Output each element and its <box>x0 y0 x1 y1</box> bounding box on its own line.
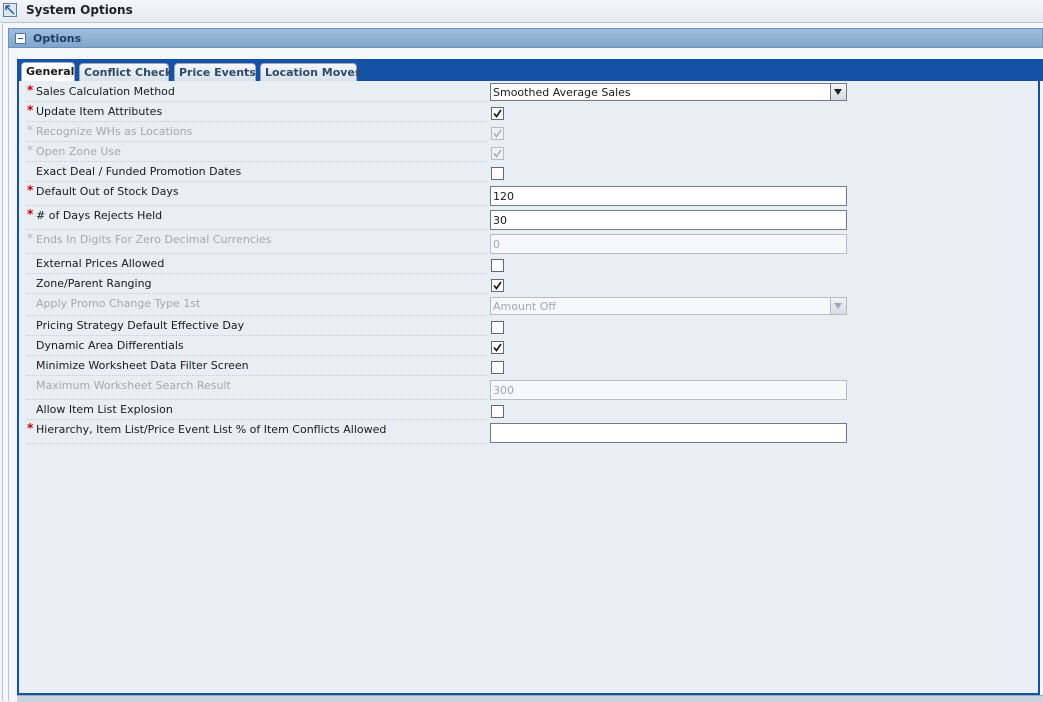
required-marker: * <box>27 103 34 117</box>
minimize-worksheet-label: Minimize Worksheet Data Filter Screen <box>36 359 249 372</box>
default-oos-days-input[interactable]: 120 <box>490 186 847 206</box>
update-item-attributes-checkbox[interactable] <box>491 107 504 120</box>
required-marker: * <box>27 231 33 245</box>
form-row: Exact Deal / Funded Promotion Dates <box>27 163 487 182</box>
form-row: * Ends In Digits For Zero Decimal Curren… <box>27 231 487 254</box>
tab-price-events[interactable]: Price Events <box>174 63 256 81</box>
chevron-down-icon[interactable] <box>830 298 846 314</box>
checkmark-icon <box>493 149 502 158</box>
max-worksheet-search-input[interactable]: 300 <box>490 380 847 400</box>
apply-promo-change-label: Apply Promo Change Type 1st <box>36 297 201 310</box>
form-row: Dynamic Area Differentials <box>27 337 487 356</box>
options-panel-header: Options <box>8 28 1043 48</box>
checkmark-icon <box>493 129 502 138</box>
form-row: Pricing Strategy Default Effective Day <box>27 317 487 336</box>
sales-calc-method-value: Smoothed Average Sales <box>493 86 631 99</box>
tab-general[interactable]: General <box>21 62 75 81</box>
general-tab-content: * Sales Calculation Method Smoothed Aver… <box>17 81 1040 695</box>
open-zone-use-checkbox[interactable] <box>491 147 504 160</box>
recognize-whs-checkbox[interactable] <box>491 127 504 140</box>
minimize-worksheet-checkbox[interactable] <box>491 361 504 374</box>
days-rejects-held-input[interactable]: 30 <box>490 210 847 230</box>
restore-arrow-icon[interactable] <box>3 3 17 17</box>
collapse-icon[interactable] <box>15 33 26 44</box>
exact-deal-label: Exact Deal / Funded Promotion Dates <box>36 165 242 178</box>
update-item-attributes-label: Update Item Attributes <box>36 105 163 118</box>
tab-strip: General Conflict Check Price Events Loca… <box>17 59 1043 81</box>
hierarchy-conflicts-label: Hierarchy, Item List/Price Event List % … <box>36 423 387 436</box>
sales-calc-method-select[interactable]: Smoothed Average Sales <box>490 83 847 101</box>
ends-in-digits-label: Ends In Digits For Zero Decimal Currenci… <box>36 233 272 246</box>
form-row: * Open Zone Use <box>27 143 487 162</box>
form-row: Maximum Worksheet Search Result <box>27 377 487 400</box>
chevron-down-icon[interactable] <box>830 84 846 100</box>
required-marker: * <box>27 83 34 97</box>
recognize-whs-label: Recognize WHs as Locations <box>36 125 193 138</box>
max-worksheet-search-label: Maximum Worksheet Search Result <box>36 379 231 392</box>
zone-parent-ranging-checkbox[interactable] <box>491 279 504 292</box>
hierarchy-conflicts-input[interactable] <box>490 423 847 443</box>
required-marker: * <box>27 421 34 435</box>
required-marker: * <box>27 123 33 137</box>
window-title: System Options <box>26 3 133 17</box>
days-rejects-held-label: # of Days Rejects Held <box>36 209 163 222</box>
options-panel-title: Options <box>33 32 82 45</box>
checkmark-icon <box>493 343 502 352</box>
dynamic-area-diff-checkbox[interactable] <box>491 341 504 354</box>
form-row: Zone/Parent Ranging <box>27 275 487 294</box>
required-marker: * <box>27 143 33 157</box>
form-row: * # of Days Rejects Held <box>27 207 487 230</box>
checkmark-icon <box>493 109 502 118</box>
exact-deal-checkbox[interactable] <box>491 167 504 180</box>
form-row: * Update Item Attributes <box>27 103 487 122</box>
zone-parent-ranging-label: Zone/Parent Ranging <box>36 277 152 290</box>
pricing-strategy-default-label: Pricing Strategy Default Effective Day <box>36 319 245 332</box>
form-row: Minimize Worksheet Data Filter Screen <box>27 357 487 376</box>
default-oos-days-label: Default Out of Stock Days <box>36 185 179 198</box>
ends-in-digits-input[interactable]: 0 <box>490 234 847 254</box>
allow-item-list-checkbox[interactable] <box>491 405 504 418</box>
form-row: * Default Out of Stock Days <box>27 183 487 206</box>
apply-promo-change-select[interactable]: Amount Off <box>490 297 847 315</box>
allow-item-list-label: Allow Item List Explosion <box>36 403 173 416</box>
external-prices-label: External Prices Allowed <box>36 257 165 270</box>
dynamic-area-diff-label: Dynamic Area Differentials <box>36 339 184 352</box>
form-row: * Hierarchy, Item List/Price Event List … <box>27 421 487 444</box>
pricing-strategy-default-checkbox[interactable] <box>491 321 504 334</box>
form-row: * Sales Calculation Method <box>27 83 487 102</box>
open-zone-use-label: Open Zone Use <box>36 145 121 158</box>
form-row: * Recognize WHs as Locations <box>27 123 487 142</box>
checkmark-icon <box>493 281 502 290</box>
required-marker: * <box>27 183 34 197</box>
apply-promo-change-value: Amount Off <box>493 300 556 313</box>
tab-location-moves[interactable]: Location Moves <box>260 63 361 81</box>
required-marker: * <box>27 207 34 221</box>
form-row: Apply Promo Change Type 1st <box>27 295 487 316</box>
sales-calc-method-label: Sales Calculation Method <box>36 85 175 98</box>
form-row: External Prices Allowed <box>27 255 487 274</box>
tab-conflict-check[interactable]: Conflict Check <box>79 63 172 81</box>
window-titlebar: System Options <box>0 0 1043 23</box>
form-row: Allow Item List Explosion <box>27 401 487 420</box>
external-prices-checkbox[interactable] <box>491 259 504 272</box>
